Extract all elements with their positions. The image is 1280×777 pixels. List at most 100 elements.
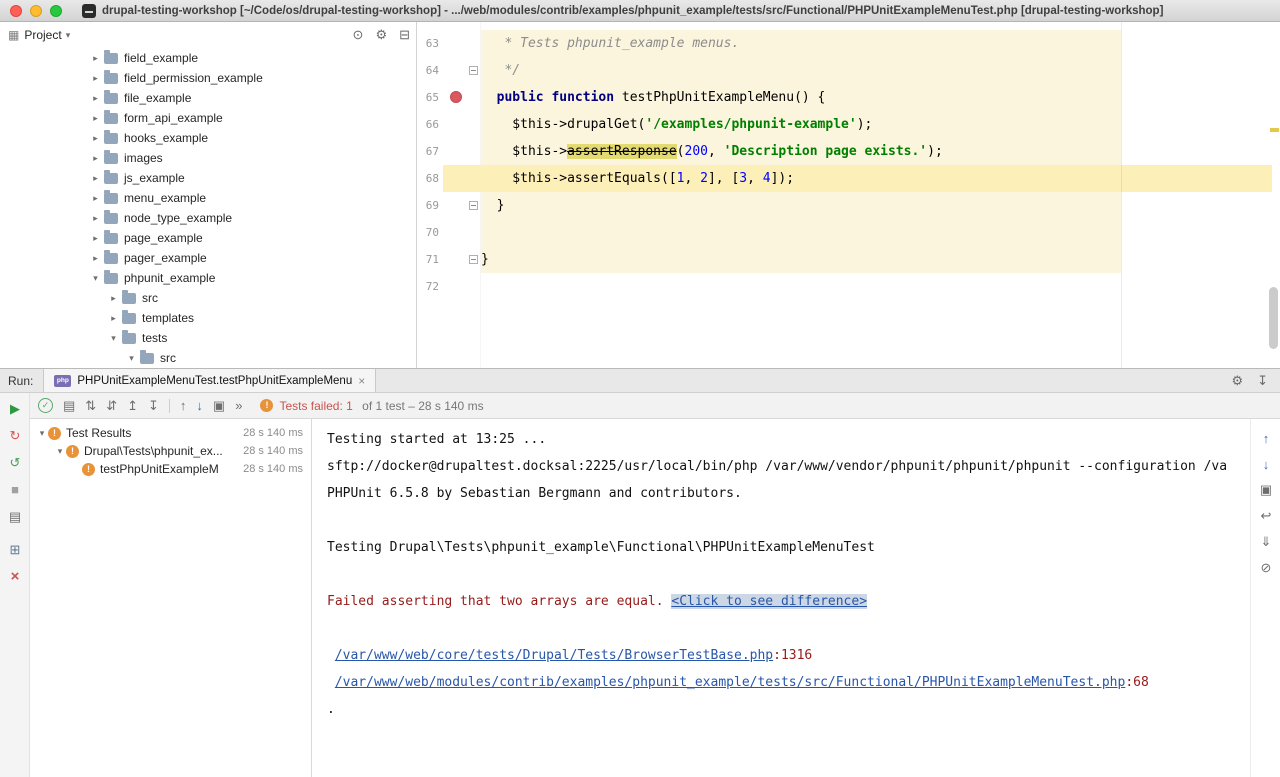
project-tree-item[interactable]: ▾phpunit_example [0, 268, 416, 288]
breakpoint-icon[interactable] [450, 91, 462, 103]
project-tree-item[interactable]: ▸node_type_example [0, 208, 416, 228]
hide-panel-icon[interactable]: ⊟ [399, 27, 410, 43]
line-number[interactable]: 66 [417, 111, 439, 138]
run-tab[interactable]: php PHPUnitExampleMenuTest.testPhpUnitEx… [43, 369, 376, 392]
export-icon[interactable]: ▣ [1251, 477, 1280, 503]
warning-stripe-mark[interactable] [1270, 128, 1279, 132]
code-line[interactable]: 71} [417, 246, 1280, 273]
code-line[interactable]: 67 $this->assertResponse(200, 'Descripti… [417, 138, 1280, 165]
chevron-right-icon[interactable]: ▸ [89, 173, 102, 184]
up-stacktrace-icon[interactable]: ↑ [1251, 425, 1280, 451]
close-window-button[interactable] [10, 5, 22, 17]
gear-icon[interactable]: ⚙ [375, 27, 387, 43]
chevron-right-icon[interactable]: ▸ [89, 253, 102, 264]
line-number[interactable]: 72 [417, 273, 439, 300]
project-tree-item[interactable]: ▸hooks_example [0, 128, 416, 148]
project-tree-item[interactable]: ▸pager_example [0, 248, 416, 268]
project-tree-item[interactable]: ▾src [0, 348, 416, 368]
project-tree-item[interactable]: ▸form_api_example [0, 108, 416, 128]
project-panel-title[interactable]: Project [24, 28, 61, 42]
sort-alphabetically-icon[interactable]: ⇅ [85, 398, 96, 414]
code-line[interactable]: 65 public function testPhpUnitExampleMen… [417, 84, 1280, 111]
soft-wrap-icon[interactable]: ↩ [1251, 503, 1280, 529]
line-number[interactable]: 64 [417, 57, 439, 84]
project-tree-item[interactable]: ▸field_permission_example [0, 68, 416, 88]
scroll-to-end-icon[interactable]: ⇓ [1251, 529, 1280, 555]
code-line[interactable]: 63 * Tests phpunit_example menus. [417, 30, 1280, 57]
more-actions-icon[interactable]: » [235, 398, 242, 413]
chevron-down-icon[interactable]: ▾ [66, 30, 71, 41]
project-tree-item[interactable]: ▸menu_example [0, 188, 416, 208]
expand-all-icon[interactable]: ↥ [127, 398, 138, 414]
project-tree-item[interactable]: ▸images [0, 148, 416, 168]
next-failed-test-icon[interactable]: ↓ [196, 398, 203, 413]
import-test-results-icon[interactable]: ▣ [213, 398, 225, 414]
chevron-right-icon[interactable]: ▸ [107, 293, 120, 304]
rerun-button[interactable]: ▶ [0, 395, 30, 422]
project-tree-item[interactable]: ▸file_example [0, 88, 416, 108]
line-number[interactable]: 68 [417, 165, 439, 192]
chevron-right-icon[interactable]: ▸ [89, 153, 102, 164]
close-tab-icon[interactable]: × [358, 374, 365, 388]
stop-button[interactable]: ■ [0, 476, 30, 503]
project-tree-item[interactable]: ▸js_example [0, 168, 416, 188]
collapse-all-icon[interactable]: ↧ [148, 398, 159, 414]
project-tree-item[interactable]: ▾tests [0, 328, 416, 348]
show-console-button[interactable]: ▤ [0, 503, 30, 530]
console-link[interactable]: <Click to see difference> [671, 594, 867, 609]
code-line[interactable]: 69 } [417, 192, 1280, 219]
console-link[interactable]: /var/www/web/core/tests/Drupal/Tests/Bro… [335, 648, 773, 663]
hide-run-panel-icon[interactable]: ↧ [1257, 373, 1268, 389]
line-number[interactable]: 63 [417, 30, 439, 57]
sort-by-duration-icon[interactable]: ⇵ [106, 398, 117, 414]
project-tree-item[interactable]: ▸page_example [0, 228, 416, 248]
fold-marker-icon[interactable] [469, 66, 478, 75]
previous-failed-test-icon[interactable]: ↑ [180, 398, 187, 413]
line-number[interactable]: 65 [417, 84, 439, 111]
restore-layout-button[interactable]: ⊞ [0, 536, 30, 563]
chevron-right-icon[interactable]: ▸ [89, 193, 102, 204]
rerun-failed-tests-button[interactable]: ↻ [0, 422, 30, 449]
chevron-right-icon[interactable]: ▸ [89, 233, 102, 244]
fold-marker-icon[interactable] [469, 201, 478, 210]
chevron-right-icon[interactable]: ▸ [89, 113, 102, 124]
code-line[interactable]: 68 $this->assertEquals([1, 2], [3, 4]); [417, 165, 1280, 192]
close-run-panel-button[interactable]: × [0, 563, 30, 590]
chevron-down-icon[interactable]: ▾ [36, 428, 48, 439]
zoom-window-button[interactable] [50, 5, 62, 17]
editor-scrollbar[interactable] [1269, 287, 1278, 349]
code-line[interactable]: 72 [417, 273, 1280, 300]
chevron-right-icon[interactable]: ▸ [107, 313, 120, 324]
locate-file-icon[interactable]: ⊙ [353, 27, 364, 43]
test-tree-item[interactable]: !testPhpUnitExampleM28 s 140 ms [30, 460, 311, 478]
console-output[interactable]: Testing started at 13:25 ...sftp://docke… [313, 419, 1250, 777]
project-tree-item[interactable]: ▸src [0, 288, 416, 308]
chevron-right-icon[interactable]: ▸ [89, 93, 102, 104]
down-stacktrace-icon[interactable]: ↓ [1251, 451, 1280, 477]
test-tree-item[interactable]: ▾!Test Results28 s 140 ms [30, 424, 311, 442]
test-tree-item[interactable]: ▾!Drupal\Tests\phpunit_ex...28 s 140 ms [30, 442, 311, 460]
code-line[interactable]: 64 */ [417, 57, 1280, 84]
clear-console-icon[interactable]: ⊘ [1251, 555, 1280, 581]
show-passed-icon[interactable]: ✓ [38, 398, 53, 413]
fold-marker-icon[interactable] [469, 255, 478, 264]
chevron-right-icon[interactable]: ▸ [89, 213, 102, 224]
minimize-window-button[interactable] [30, 5, 42, 17]
chevron-down-icon[interactable]: ▾ [125, 353, 138, 364]
run-settings-gear-icon[interactable]: ⚙ [1231, 373, 1243, 389]
chevron-right-icon[interactable]: ▸ [89, 133, 102, 144]
chevron-down-icon[interactable]: ▾ [107, 333, 120, 344]
project-tree-item[interactable]: ▸field_example [0, 48, 416, 68]
line-number[interactable]: 69 [417, 192, 439, 219]
chevron-right-icon[interactable]: ▸ [89, 53, 102, 64]
show-ignored-icon[interactable]: ▤ [63, 398, 75, 414]
project-tree-item[interactable]: ▸templates [0, 308, 416, 328]
editor[interactable]: 63 * Tests phpunit_example menus.64 */65… [417, 22, 1280, 368]
toggle-auto-test-button[interactable]: ↺ [0, 449, 30, 476]
chevron-down-icon[interactable]: ▾ [54, 446, 66, 457]
code-line[interactable]: 66 $this->drupalGet('/examples/phpunit-e… [417, 111, 1280, 138]
chevron-right-icon[interactable]: ▸ [89, 73, 102, 84]
chevron-down-icon[interactable]: ▾ [89, 273, 102, 284]
line-number[interactable]: 71 [417, 246, 439, 273]
line-number[interactable]: 70 [417, 219, 439, 246]
